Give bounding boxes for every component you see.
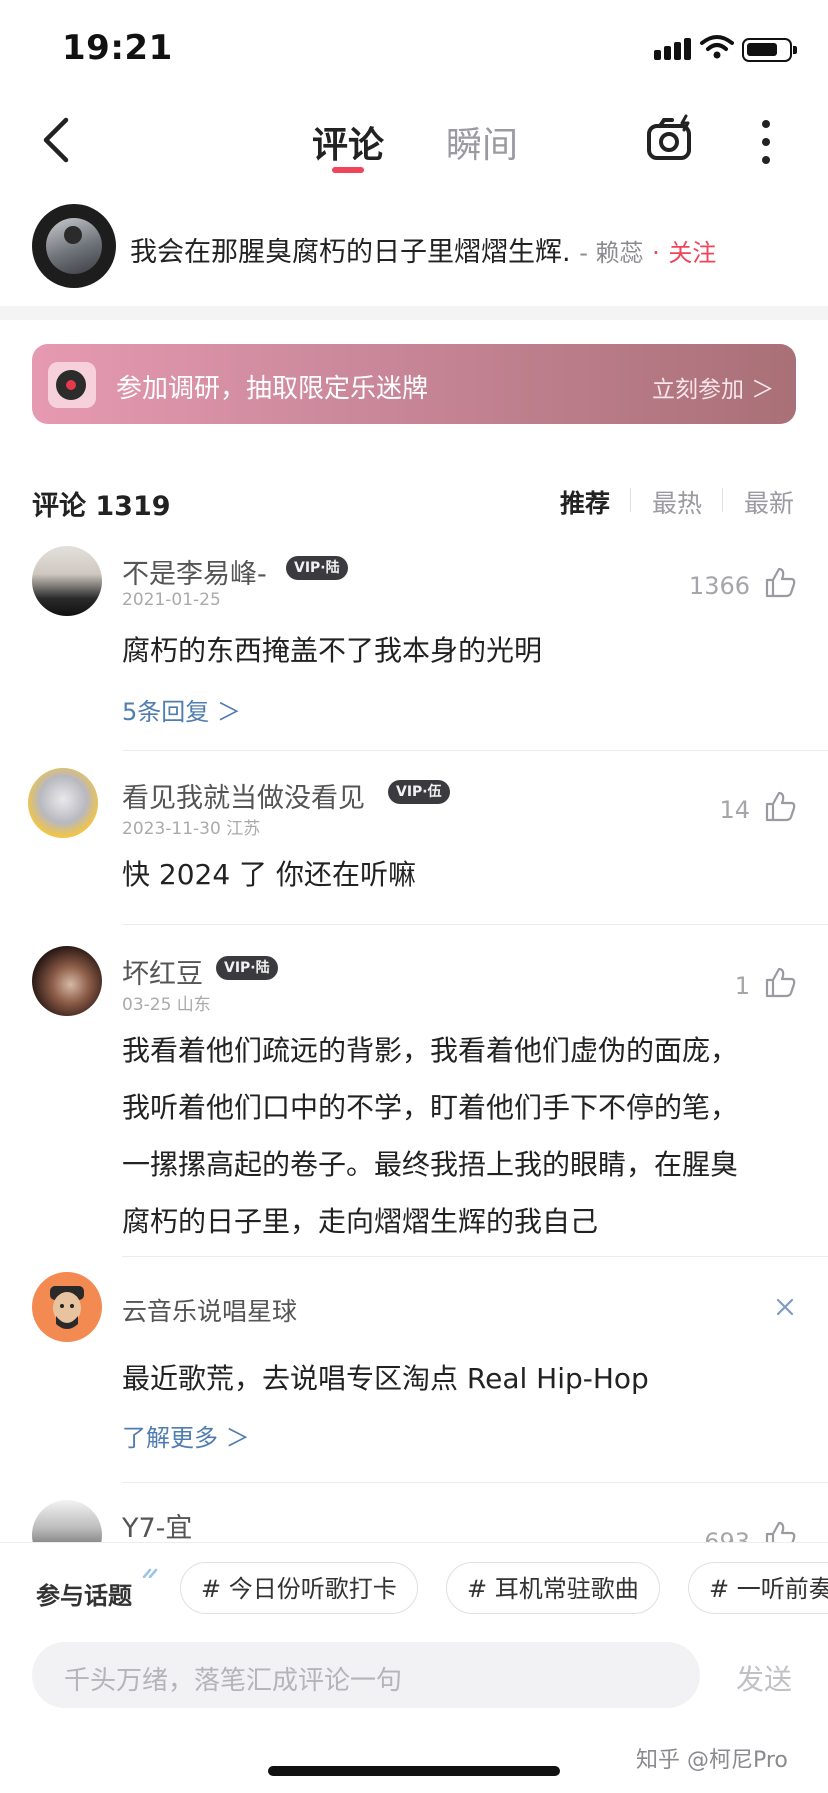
- comment-text: 腐朽的东西掩盖不了我本身的光明: [122, 634, 543, 667]
- user-avatar[interactable]: [32, 946, 102, 1016]
- comment-username[interactable]: Y7-宜: [122, 1506, 192, 1545]
- learn-more-link[interactable]: 了解更多 ＞: [122, 1418, 250, 1453]
- like-count: 1: [734, 972, 750, 1000]
- sparkle-icon: [142, 1568, 158, 1578]
- camera-icon[interactable]: [646, 114, 694, 162]
- comment-text-line: 我看着他们疏远的背影，我看着他们虚伪的面庞，: [122, 1034, 739, 1067]
- comment-username[interactable]: 看见我就当做没看见: [122, 776, 365, 815]
- comment-date: 03-25 山东: [122, 995, 211, 1015]
- close-icon[interactable]: [776, 1298, 794, 1316]
- promo-name[interactable]: 云音乐说唱星球: [122, 1292, 297, 1328]
- topic-chip[interactable]: # 今日份听歌打卡: [180, 1562, 418, 1614]
- topics-title: 参与话题: [36, 1582, 132, 1610]
- user-avatar[interactable]: [28, 768, 98, 838]
- song-cover-avatar[interactable]: [32, 204, 116, 288]
- watermark: 知乎 @柯尼Pro: [636, 1748, 788, 1773]
- comment-text-line: 一摞摞高起的卷子。最终我捂上我的眼睛，在腥臭: [122, 1148, 739, 1181]
- topic-chip[interactable]: # 耳机常驻歌曲: [446, 1562, 660, 1614]
- song-title: 我会在那腥臭腐朽的日子里熠熠生辉.: [130, 237, 571, 268]
- sort-recommended[interactable]: 推荐: [560, 484, 610, 520]
- back-arrow-icon[interactable]: [40, 116, 72, 164]
- comment-divider: [122, 750, 828, 751]
- battery-icon: [742, 38, 797, 62]
- follow-button[interactable]: 关注: [668, 239, 716, 267]
- record-icon: [48, 362, 96, 408]
- section-divider: [0, 306, 828, 320]
- promo-avatar[interactable]: [32, 1272, 102, 1342]
- comment-text-line: 腐朽的日子里，走向熠熠生辉的我自己: [122, 1205, 599, 1238]
- comment-divider: [122, 1482, 828, 1483]
- cellular-signal-icon: [654, 38, 691, 60]
- send-button[interactable]: 发送: [736, 1658, 792, 1698]
- comment-username[interactable]: 不是李易峰-: [122, 552, 267, 591]
- vip-badge: VIP·伍: [388, 780, 450, 804]
- sort-hottest[interactable]: 最热: [652, 484, 702, 520]
- thumbs-up-icon[interactable]: [764, 966, 796, 998]
- wifi-icon: [700, 35, 734, 59]
- comment-text: 快 2024 了 你还在听嘛: [122, 858, 416, 891]
- like-count: 1366: [688, 572, 750, 600]
- banner-text: 参加调研，抽取限定乐迷牌: [116, 374, 429, 404]
- sort-divider: [722, 488, 723, 512]
- status-time: 19:21: [62, 28, 173, 68]
- song-info[interactable]: 我会在那腥臭腐朽的日子里熠熠生辉. - 赖蕊 · 关注: [130, 230, 716, 269]
- comment-date: 2023-11-30 江苏: [122, 819, 261, 839]
- sort-divider: [630, 488, 631, 512]
- tab-moments[interactable]: 瞬间: [446, 116, 518, 168]
- comment-date: 2021-01-25: [122, 590, 221, 610]
- comment-username[interactable]: 坏红豆: [122, 952, 203, 991]
- sort-newest[interactable]: 最新: [744, 484, 794, 520]
- follow-separator: ·: [652, 239, 660, 267]
- song-artist: - 赖蕊: [579, 239, 644, 267]
- tab-comments[interactable]: 评论: [312, 116, 384, 168]
- comment-divider: [122, 1256, 828, 1257]
- more-options-icon[interactable]: [760, 118, 772, 166]
- topic-chip[interactable]: # 一听前奏: [688, 1562, 828, 1614]
- banner-join-button[interactable]: 立刻参加 ＞: [652, 370, 774, 404]
- like-count: 14: [719, 796, 750, 824]
- active-tab-indicator: [332, 167, 364, 173]
- comment-input-placeholder: 千头万绪，落笔汇成评论一句: [64, 1666, 403, 1696]
- view-replies-link[interactable]: 5条回复 ＞: [122, 692, 241, 727]
- vip-badge: VIP·陆: [286, 556, 348, 580]
- promo-text: 最近歌荒，去说唱专区淘点 Real Hip-Hop: [122, 1362, 649, 1395]
- rapper-face-icon: [50, 1286, 84, 1329]
- comment-text-line: 我听着他们口中的不学，盯着他们手下不停的笔，: [122, 1091, 739, 1124]
- user-avatar[interactable]: [32, 546, 102, 616]
- home-indicator[interactable]: [268, 1766, 560, 1776]
- comment-divider: [122, 924, 828, 925]
- thumbs-up-icon[interactable]: [764, 566, 796, 598]
- thumbs-up-icon[interactable]: [764, 790, 796, 822]
- comments-count: 评论 1319: [32, 491, 171, 522]
- vip-badge: VIP·陆: [216, 956, 278, 980]
